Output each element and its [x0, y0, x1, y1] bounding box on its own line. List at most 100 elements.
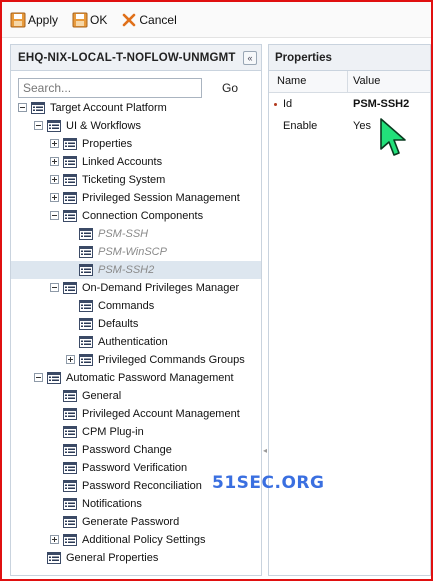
tree-node-label: Privileged Account Management	[82, 408, 240, 420]
tree-node-label: Authentication	[98, 336, 168, 348]
properties-grid-header: Name Value	[269, 71, 430, 93]
collapse-icon[interactable]	[34, 373, 43, 382]
cancel-label: Cancel	[139, 12, 177, 27]
search-input[interactable]	[18, 77, 202, 98]
tree-node[interactable]: PSM-WinSCP	[11, 243, 261, 261]
tree-node-label: Notifications	[82, 498, 142, 510]
tree-node[interactable]: General Properties	[11, 549, 261, 567]
settings-node-icon	[63, 516, 77, 528]
save-icon	[10, 12, 26, 27]
tree-node[interactable]: Properties	[11, 135, 261, 153]
tree-node-label: Password Reconciliation	[82, 480, 202, 492]
collapse-icon[interactable]	[34, 121, 43, 130]
settings-node-icon	[79, 354, 93, 366]
settings-node-icon	[79, 246, 93, 258]
settings-node-icon	[63, 480, 77, 492]
property-value[interactable]: PSM-SSH2	[348, 98, 430, 110]
tree-node[interactable]: Authentication	[11, 333, 261, 351]
tree-node[interactable]: PSM-SSH	[11, 225, 261, 243]
collapse-icon[interactable]	[50, 283, 59, 292]
apply-button[interactable]: Apply	[10, 12, 58, 28]
tree-node[interactable]: Defaults	[11, 315, 261, 333]
settings-node-icon	[63, 444, 77, 456]
column-header-name[interactable]: Name	[269, 71, 348, 92]
tree-node-label: On-Demand Privileges Manager	[82, 282, 240, 294]
tree-node[interactable]: Generate Password	[11, 513, 261, 531]
tree-node[interactable]: UI & Workflows	[11, 117, 261, 135]
tree-node-label: UI & Workflows	[66, 120, 141, 132]
tree-node[interactable]: Privileged Commands Groups	[11, 351, 261, 369]
tree-node[interactable]: Password Change	[11, 441, 261, 459]
settings-node-icon	[63, 192, 77, 204]
tree-node[interactable]: General	[11, 387, 261, 405]
tree-node[interactable]: CPM Plug-in	[11, 423, 261, 441]
collapse-panel-button[interactable]: «	[243, 50, 257, 65]
expand-icon[interactable]	[50, 175, 59, 184]
settings-node-icon	[31, 102, 45, 114]
cancel-button[interactable]: Cancel	[121, 12, 177, 28]
settings-node-icon	[63, 498, 77, 510]
tree-node-label: Password Verification	[82, 462, 188, 474]
tree-node-label: CPM Plug-in	[82, 426, 144, 438]
tree-node-label: Password Change	[82, 444, 172, 456]
tree-node[interactable]: Linked Accounts	[11, 153, 261, 171]
tree-node-label: Target Account Platform	[50, 102, 167, 114]
close-icon	[123, 13, 136, 26]
property-name: Id	[269, 98, 348, 110]
settings-node-icon	[79, 318, 93, 330]
settings-node-icon	[47, 372, 61, 384]
settings-node-icon	[63, 462, 77, 474]
required-dot-icon	[274, 103, 277, 106]
expand-icon[interactable]	[50, 193, 59, 202]
expand-icon[interactable]	[50, 157, 59, 166]
settings-node-icon	[63, 408, 77, 420]
properties-title: Properties	[275, 51, 332, 64]
tree-node[interactable]: Commands	[11, 297, 261, 315]
settings-node-icon	[63, 282, 77, 294]
tree-node-label: PSM-SSH	[98, 228, 149, 240]
watermark-text: 51SEC.ORG	[212, 473, 325, 493]
tree-node[interactable]: PSM-SSH2	[11, 261, 261, 279]
tree-node[interactable]: Target Account Platform	[11, 99, 261, 117]
tree-node[interactable]: Automatic Password Management	[11, 369, 261, 387]
tree-node[interactable]: Ticketing System	[11, 171, 261, 189]
tree-node-label: Commands	[98, 300, 155, 312]
tree-node[interactable]: Connection Components	[11, 207, 261, 225]
tree-node-label: Privileged Session Management	[82, 192, 240, 204]
tree-node[interactable]: Additional Policy Settings	[11, 531, 261, 549]
tree-node-label: General	[82, 390, 122, 402]
tree-node[interactable]: Privileged Session Management	[11, 189, 261, 207]
expand-icon[interactable]	[50, 535, 59, 544]
property-name-text: Id	[283, 98, 293, 110]
tree-node[interactable]: On-Demand Privileges Manager	[11, 279, 261, 297]
settings-node-icon	[79, 336, 93, 348]
tree-node-label: Generate Password	[82, 516, 180, 528]
collapse-icon[interactable]	[50, 211, 59, 220]
tree-node[interactable]: Notifications	[11, 495, 261, 513]
settings-node-icon	[79, 300, 93, 312]
tree-node-label: PSM-WinSCP	[98, 246, 167, 258]
tree-panel-header: EHQ-NIX-LOCAL-T-NOFLOW-UNMGMT «	[11, 45, 261, 71]
settings-node-icon	[79, 264, 93, 276]
property-row[interactable]: Id PSM-SSH2	[269, 93, 430, 115]
tree-node-label: Automatic Password Management	[66, 372, 234, 384]
expand-icon[interactable]	[66, 355, 75, 364]
settings-node-icon	[63, 174, 77, 186]
collapse-icon[interactable]	[18, 103, 27, 112]
tree-node-label: PSM-SSH2	[98, 264, 155, 276]
properties-header: Properties	[269, 45, 430, 71]
tree-node-label: Linked Accounts	[82, 156, 163, 168]
settings-node-icon	[79, 228, 93, 240]
platform-tree-panel: EHQ-NIX-LOCAL-T-NOFLOW-UNMGMT « Go Targe…	[10, 44, 262, 576]
mouse-cursor-icon	[380, 118, 406, 156]
settings-node-icon	[47, 120, 61, 132]
settings-node-icon	[47, 552, 61, 564]
expand-icon[interactable]	[50, 139, 59, 148]
tree-node-label: Properties	[82, 138, 133, 150]
column-header-value[interactable]: Value	[348, 71, 430, 92]
settings-node-icon	[63, 426, 77, 438]
ok-button[interactable]: OK	[72, 12, 107, 28]
tree-node[interactable]: Privileged Account Management	[11, 405, 261, 423]
go-button[interactable]: Go	[222, 81, 238, 95]
settings-node-icon	[63, 156, 77, 168]
